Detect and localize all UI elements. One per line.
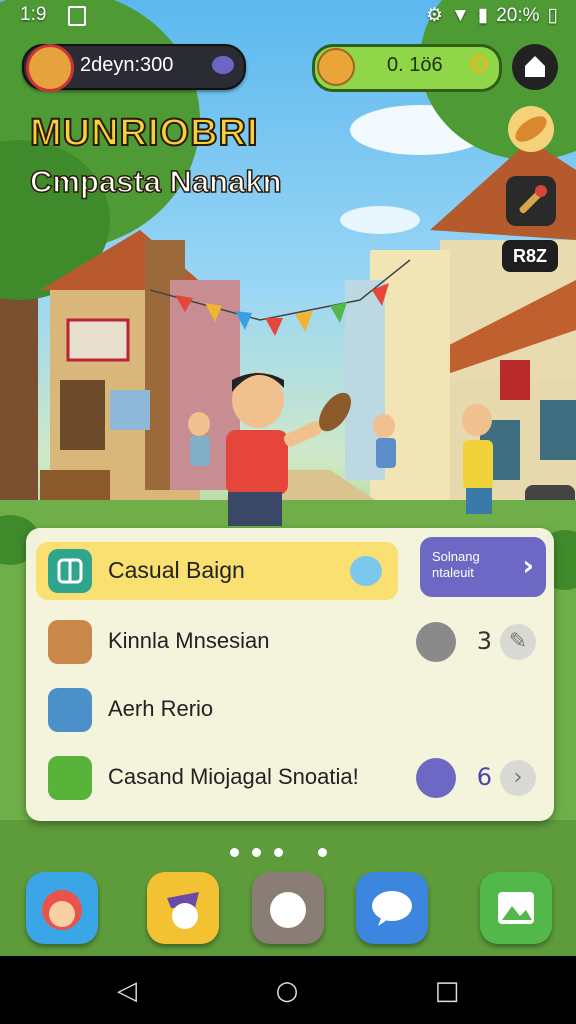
leaf-icon [48, 756, 92, 800]
quest-row[interactable]: Aerh Rerio [46, 682, 536, 738]
chat-bubble-icon[interactable] [350, 556, 382, 586]
chat-app-icon[interactable] [356, 872, 428, 944]
signal-icon: ▮ [477, 5, 489, 26]
battery-icon: ▯ [547, 5, 558, 26]
shop-home-button[interactable] [512, 44, 558, 90]
player-avatar[interactable] [26, 44, 74, 92]
page-dot[interactable] [274, 848, 283, 857]
scroll-icon [48, 620, 92, 664]
settings-gear-icon[interactable]: ⚙ [465, 51, 493, 79]
gear-badge-icon [416, 622, 456, 662]
hammer-shape [519, 185, 547, 214]
player-profile-pill[interactable]: 2deyn:300 [22, 44, 246, 92]
player-menu-icon[interactable] [212, 56, 234, 74]
quest-row-label: Aerh Rerio [108, 696, 214, 721]
quest-row-count: 3 [476, 627, 492, 655]
navigation-bar: ◁ ○ □ [0, 956, 576, 1024]
page-indicator [230, 842, 340, 861]
bread-shape [515, 116, 547, 142]
back-icon[interactable]: ◁ [112, 976, 142, 1006]
status-bar: 1:9 ⚙ ▼ ▮ 20:% ▯ [0, 0, 576, 32]
battery-label: 20:% [496, 4, 540, 26]
page-dot[interactable] [252, 848, 261, 857]
currency-pill[interactable]: 0. 1ö6 ⚙ [312, 44, 502, 92]
pet-app-icon[interactable] [252, 872, 324, 944]
featured-quest[interactable]: Casual Baign [36, 542, 398, 600]
gallery-app-icon[interactable] [480, 872, 552, 944]
side-code-label: R8Z [502, 240, 558, 272]
board-shape [57, 558, 83, 584]
quest-row-count: 6 [476, 763, 492, 791]
player-name: 2deyn:300 [80, 54, 174, 76]
quest-row-label: Kinnla Mnsesian [108, 628, 270, 653]
quest-panel: Casual Baign Solnang ntaleuit › Kinnla M… [26, 528, 554, 821]
pencil-icon[interactable]: ✎ [500, 624, 536, 660]
house-icon [525, 56, 545, 77]
bed-icon [48, 688, 92, 732]
featured-quest-label: Casual Baign [108, 557, 245, 583]
vibrate-icon: ⚙ [425, 5, 443, 26]
chevron-right-icon: › [522, 549, 534, 582]
quest-row[interactable]: Kinnla Mnsesian 3 ✎ [46, 614, 536, 670]
notification-icon [68, 6, 86, 26]
profile-face [42, 890, 82, 930]
character-face [167, 892, 199, 929]
check-badge-icon [416, 758, 456, 798]
tool-icon[interactable] [506, 176, 556, 226]
quest-row-label: Casand Miojagal Snoatia! [108, 764, 359, 789]
next-button-line2: ntaleuit [432, 565, 474, 580]
game-subtitle: Cmpasta Nanakn [29, 163, 282, 200]
status-time: 1:9 [20, 4, 47, 25]
page-dot[interactable] [230, 848, 239, 857]
pet-face [270, 892, 306, 928]
next-button-line1: Solnang [432, 549, 480, 564]
chevron-right-icon[interactable]: › [500, 760, 536, 796]
chat-bubble-shape [372, 891, 412, 926]
profile-app-icon[interactable] [26, 872, 98, 944]
bread-icon[interactable] [508, 106, 554, 152]
page-dot[interactable] [318, 848, 327, 857]
character-app-icon[interactable] [147, 872, 219, 944]
home-icon[interactable]: ○ [272, 976, 302, 1006]
game-title: MUNRIOBRI [29, 111, 259, 155]
wifi-icon: ▼ [450, 4, 470, 26]
next-quest-button[interactable]: Solnang ntaleuit › [420, 537, 546, 597]
recents-icon[interactable]: □ [432, 976, 462, 1006]
quest-row[interactable]: Casand Miojagal Snoatia! 6 › [46, 750, 536, 806]
image-shape [498, 892, 534, 924]
quest-board-icon [48, 549, 92, 593]
currency-value: 0. 1ö6 [387, 54, 443, 76]
coin-icon [317, 48, 355, 86]
